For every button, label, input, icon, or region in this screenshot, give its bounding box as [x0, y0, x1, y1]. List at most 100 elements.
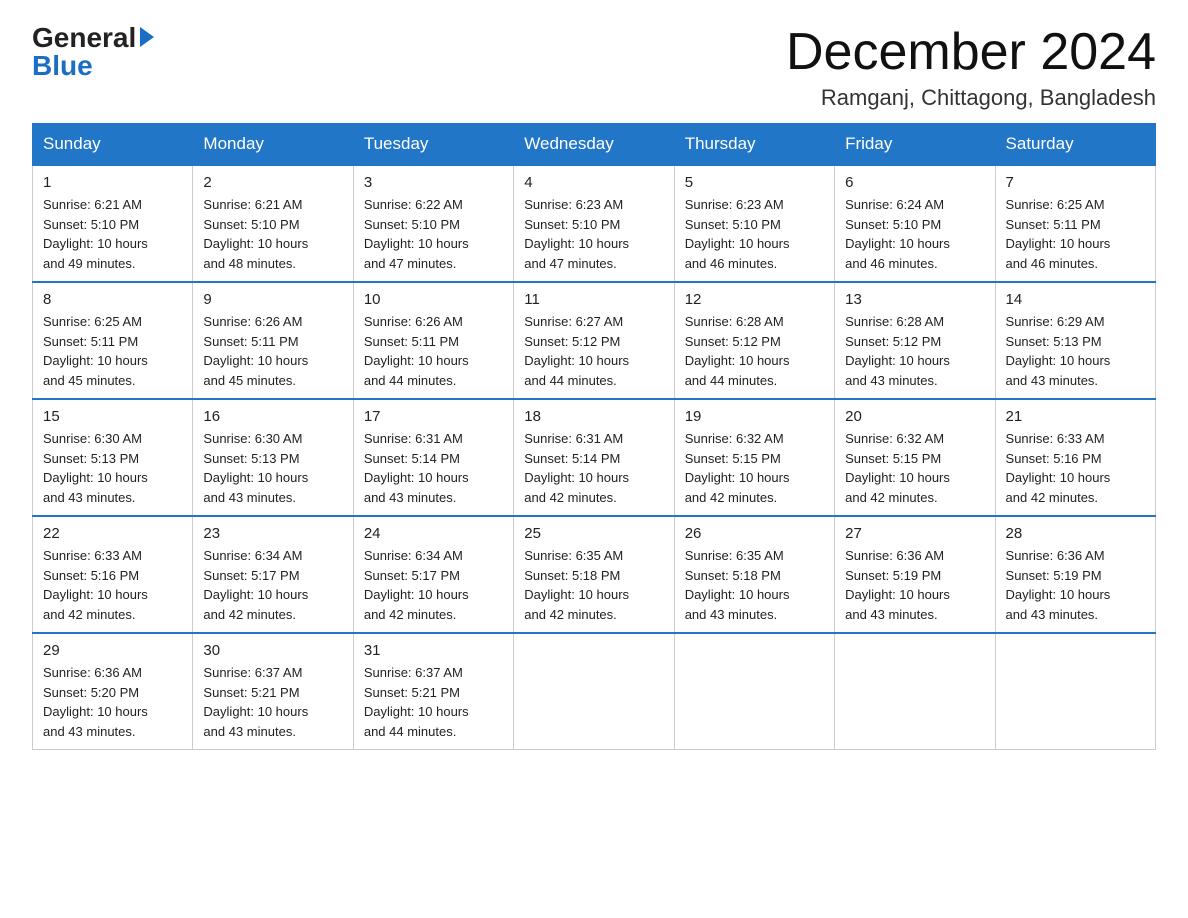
calendar-cell: 15Sunrise: 6:30 AMSunset: 5:13 PMDayligh… — [33, 399, 193, 516]
calendar-cell: 17 Sunrise: 6:31 AMSunset: 5:14 PMDayligh… — [353, 399, 513, 516]
day-number: 24 — [364, 525, 503, 542]
calendar-table: SundayMondayTuesdayWednesdayThursdayFrid… — [32, 123, 1156, 750]
day-number: 21 — [1006, 408, 1145, 425]
calendar-week-row: 15Sunrise: 6:30 AMSunset: 5:13 PMDayligh… — [33, 399, 1156, 516]
day-info: Sunrise: 6:23 AMSunset: 5:10 PMDaylight:… — [524, 195, 663, 273]
day-info: Sunrise: 6:28 AMSunset: 5:12 PMDaylight:… — [685, 312, 824, 390]
day-info: Sunrise: 6:33 AMSunset: 5:16 PMDaylight:… — [1006, 429, 1145, 507]
day-number: 13 — [845, 291, 984, 308]
calendar-week-row: 22Sunrise: 6:33 AMSunset: 5:16 PMDayligh… — [33, 516, 1156, 633]
day-info: Sunrise: 6:25 AMSunset: 5:11 PMDaylight:… — [43, 312, 182, 390]
day-number: 10 — [364, 291, 503, 308]
day-info: Sunrise: 6:37 AMSunset: 5:21 PMDaylight:… — [364, 663, 503, 741]
day-info: Sunrise: 6:31 AMSunset: 5:14 PMDaylight:… — [364, 429, 503, 507]
day-info: Sunrise: 6:36 AMSunset: 5:19 PMDaylight:… — [1006, 546, 1145, 624]
day-number: 25 — [524, 525, 663, 542]
day-info: Sunrise: 6:27 AMSunset: 5:12 PMDaylight:… — [524, 312, 663, 390]
day-info: Sunrise: 6:29 AMSunset: 5:13 PMDaylight:… — [1006, 312, 1145, 390]
day-info: Sunrise: 6:35 AMSunset: 5:18 PMDaylight:… — [524, 546, 663, 624]
day-number: 30 — [203, 642, 342, 659]
day-info: Sunrise: 6:36 AMSunset: 5:20 PMDaylight:… — [43, 663, 182, 741]
day-number: 20 — [845, 408, 984, 425]
day-info: Sunrise: 6:32 AMSunset: 5:15 PMDaylight:… — [845, 429, 984, 507]
day-number: 17 — [364, 408, 503, 425]
calendar-cell: 14 Sunrise: 6:29 AMSunset: 5:13 PMDayligh… — [995, 282, 1155, 399]
col-header-wednesday: Wednesday — [514, 124, 674, 166]
logo-triangle-icon — [140, 27, 154, 47]
calendar-cell: 8 Sunrise: 6:25 AMSunset: 5:11 PMDaylight… — [33, 282, 193, 399]
logo: General Blue — [32, 24, 154, 80]
day-number: 4 — [524, 174, 663, 191]
day-number: 7 — [1006, 174, 1145, 191]
day-number: 19 — [685, 408, 824, 425]
calendar-header-row: SundayMondayTuesdayWednesdayThursdayFrid… — [33, 124, 1156, 166]
calendar-week-row: 29 Sunrise: 6:36 AMSunset: 5:20 PMDayligh… — [33, 633, 1156, 750]
location-title: Ramganj, Chittagong, Bangladesh — [786, 85, 1156, 111]
calendar-cell: 11 Sunrise: 6:27 AMSunset: 5:12 PMDayligh… — [514, 282, 674, 399]
calendar-cell: 30Sunrise: 6:37 AMSunset: 5:21 PMDayligh… — [193, 633, 353, 750]
calendar-cell: 3Sunrise: 6:22 AMSunset: 5:10 PMDaylight… — [353, 165, 513, 282]
calendar-cell: 26Sunrise: 6:35 AMSunset: 5:18 PMDayligh… — [674, 516, 834, 633]
day-info: Sunrise: 6:36 AMSunset: 5:19 PMDaylight:… — [845, 546, 984, 624]
day-number: 12 — [685, 291, 824, 308]
calendar-cell — [674, 633, 834, 750]
col-header-tuesday: Tuesday — [353, 124, 513, 166]
day-info: Sunrise: 6:26 AMSunset: 5:11 PMDaylight:… — [203, 312, 342, 390]
day-number: 11 — [524, 291, 663, 308]
calendar-week-row: 1 Sunrise: 6:21 AMSunset: 5:10 PMDaylight… — [33, 165, 1156, 282]
calendar-cell: 1 Sunrise: 6:21 AMSunset: 5:10 PMDaylight… — [33, 165, 193, 282]
day-number: 16 — [203, 408, 342, 425]
day-number: 27 — [845, 525, 984, 542]
calendar-cell: 21 Sunrise: 6:33 AMSunset: 5:16 PMDayligh… — [995, 399, 1155, 516]
day-info: Sunrise: 6:22 AMSunset: 5:10 PMDaylight:… — [364, 195, 503, 273]
calendar-cell: 9Sunrise: 6:26 AMSunset: 5:11 PMDaylight… — [193, 282, 353, 399]
calendar-cell — [995, 633, 1155, 750]
day-number: 29 — [43, 642, 182, 659]
calendar-cell: 29 Sunrise: 6:36 AMSunset: 5:20 PMDayligh… — [33, 633, 193, 750]
calendar-cell: 4 Sunrise: 6:23 AMSunset: 5:10 PMDaylight… — [514, 165, 674, 282]
day-info: Sunrise: 6:24 AMSunset: 5:10 PMDaylight:… — [845, 195, 984, 273]
day-number: 8 — [43, 291, 182, 308]
calendar-cell: 18Sunrise: 6:31 AMSunset: 5:14 PMDayligh… — [514, 399, 674, 516]
day-info: Sunrise: 6:26 AMSunset: 5:11 PMDaylight:… — [364, 312, 503, 390]
calendar-cell: 31 Sunrise: 6:37 AMSunset: 5:21 PMDayligh… — [353, 633, 513, 750]
col-header-thursday: Thursday — [674, 124, 834, 166]
day-number: 31 — [364, 642, 503, 659]
calendar-cell: 23 Sunrise: 6:34 AMSunset: 5:17 PMDayligh… — [193, 516, 353, 633]
logo-general: General — [32, 24, 136, 52]
day-number: 14 — [1006, 291, 1145, 308]
title-area: December 2024 Ramganj, Chittagong, Bangl… — [786, 24, 1156, 111]
month-title: December 2024 — [786, 24, 1156, 81]
day-info: Sunrise: 6:21 AMSunset: 5:10 PMDaylight:… — [43, 195, 182, 273]
day-info: Sunrise: 6:34 AMSunset: 5:17 PMDaylight:… — [364, 546, 503, 624]
day-info: Sunrise: 6:34 AMSunset: 5:17 PMDaylight:… — [203, 546, 342, 624]
calendar-cell — [835, 633, 995, 750]
day-number: 15 — [43, 408, 182, 425]
day-info: Sunrise: 6:21 AMSunset: 5:10 PMDaylight:… — [203, 195, 342, 273]
day-info: Sunrise: 6:31 AMSunset: 5:14 PMDaylight:… — [524, 429, 663, 507]
calendar-cell: 22Sunrise: 6:33 AMSunset: 5:16 PMDayligh… — [33, 516, 193, 633]
col-header-sunday: Sunday — [33, 124, 193, 166]
day-number: 1 — [43, 174, 182, 191]
calendar-cell: 2 Sunrise: 6:21 AMSunset: 5:10 PMDaylight… — [193, 165, 353, 282]
day-number: 23 — [203, 525, 342, 542]
day-info: Sunrise: 6:35 AMSunset: 5:18 PMDaylight:… — [685, 546, 824, 624]
day-info: Sunrise: 6:23 AMSunset: 5:10 PMDaylight:… — [685, 195, 824, 273]
calendar-cell: 28Sunrise: 6:36 AMSunset: 5:19 PMDayligh… — [995, 516, 1155, 633]
col-header-friday: Friday — [835, 124, 995, 166]
day-number: 2 — [203, 174, 342, 191]
calendar-cell: 10 Sunrise: 6:26 AMSunset: 5:11 PMDayligh… — [353, 282, 513, 399]
calendar-cell: 20 Sunrise: 6:32 AMSunset: 5:15 PMDayligh… — [835, 399, 995, 516]
calendar-cell: 19 Sunrise: 6:32 AMSunset: 5:15 PMDayligh… — [674, 399, 834, 516]
calendar-cell: 27 Sunrise: 6:36 AMSunset: 5:19 PMDayligh… — [835, 516, 995, 633]
calendar-cell: 16Sunrise: 6:30 AMSunset: 5:13 PMDayligh… — [193, 399, 353, 516]
day-info: Sunrise: 6:32 AMSunset: 5:15 PMDaylight:… — [685, 429, 824, 507]
day-number: 22 — [43, 525, 182, 542]
calendar-cell: 24 Sunrise: 6:34 AMSunset: 5:17 PMDayligh… — [353, 516, 513, 633]
day-number: 5 — [685, 174, 824, 191]
day-info: Sunrise: 6:28 AMSunset: 5:12 PMDaylight:… — [845, 312, 984, 390]
calendar-cell: 25 Sunrise: 6:35 AMSunset: 5:18 PMDayligh… — [514, 516, 674, 633]
calendar-cell: 12 Sunrise: 6:28 AMSunset: 5:12 PMDayligh… — [674, 282, 834, 399]
calendar-cell: 7Sunrise: 6:25 AMSunset: 5:11 PMDaylight… — [995, 165, 1155, 282]
col-header-monday: Monday — [193, 124, 353, 166]
